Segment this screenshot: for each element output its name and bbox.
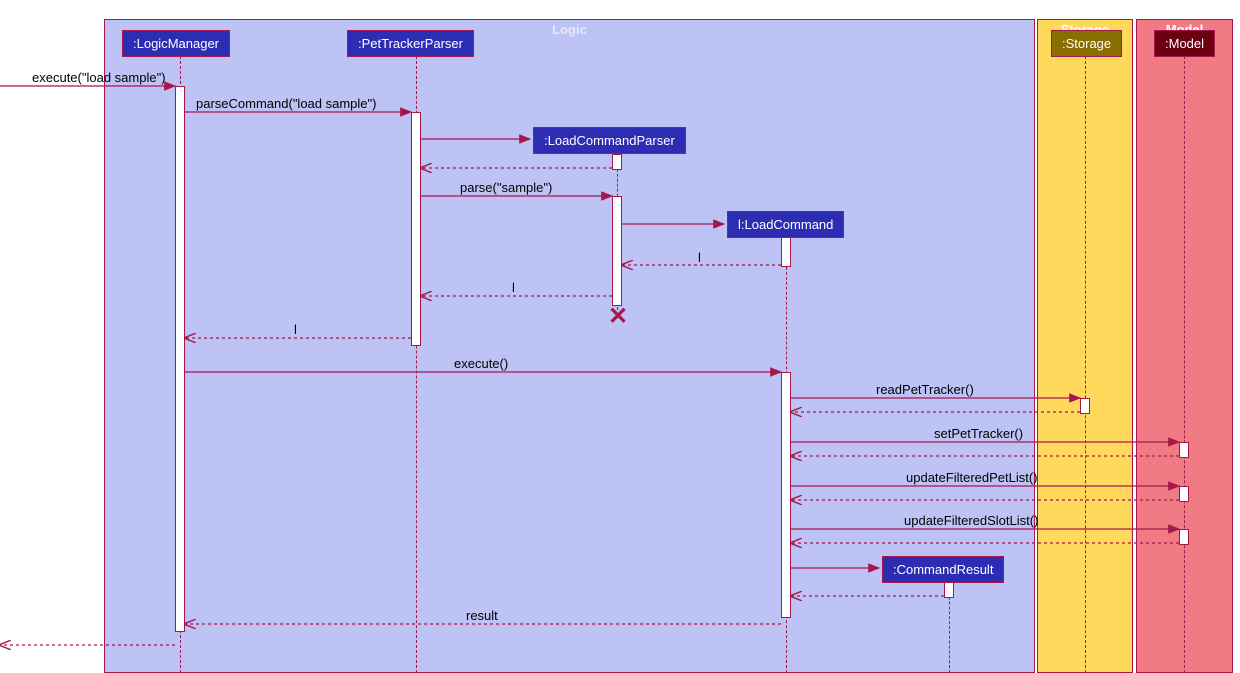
- frame-logic-header: Logic: [105, 20, 1034, 39]
- activation-storage: [1080, 398, 1090, 414]
- msg-ret-l2: l: [512, 280, 515, 295]
- lifeline-storage: [1085, 56, 1086, 673]
- activation-lcp-parse: [612, 196, 622, 306]
- activation-model-2: [1179, 486, 1189, 502]
- destroy-icon: ✕: [608, 302, 628, 331]
- participant-model: :Model: [1154, 30, 1215, 57]
- msg-updateslotlist: updateFilteredSlotList(): [904, 513, 1038, 528]
- participant-loadcommandparser: :LoadCommandParser: [533, 127, 686, 154]
- participant-commandresult: :CommandResult: [882, 556, 1004, 583]
- msg-parsecommand: parseCommand("load sample"): [196, 96, 376, 111]
- participant-storage: :Storage: [1051, 30, 1122, 57]
- activation-lc-exec: [781, 372, 791, 618]
- lifeline-model: [1184, 56, 1185, 673]
- msg-result: result: [466, 608, 498, 623]
- msg-parse-sample: parse("sample"): [460, 180, 552, 195]
- activation-cr: [944, 582, 954, 598]
- activation-model-3: [1179, 529, 1189, 545]
- msg-readpettracker: readPetTracker(): [876, 382, 974, 397]
- participant-pettrackerparser: :PetTrackerParser: [347, 30, 474, 57]
- activation-model-1: [1179, 442, 1189, 458]
- msg-ret-l1: l: [698, 250, 701, 265]
- msg-updatepetlist: updateFilteredPetList(): [906, 470, 1038, 485]
- activation-lc-create: [781, 237, 791, 267]
- activation-pettrackerparser: [411, 112, 421, 346]
- participant-logicmanager: :LogicManager: [122, 30, 230, 57]
- msg-execute-load: execute("load sample"): [32, 70, 166, 85]
- msg-execute: execute(): [454, 356, 508, 371]
- activation-lcp-create: [612, 154, 622, 170]
- participant-loadcommand: l:LoadCommand: [727, 211, 844, 238]
- activation-logicmanager: [175, 86, 185, 632]
- msg-ret-l3: l: [294, 322, 297, 337]
- msg-setpettracker: setPetTracker(): [934, 426, 1023, 441]
